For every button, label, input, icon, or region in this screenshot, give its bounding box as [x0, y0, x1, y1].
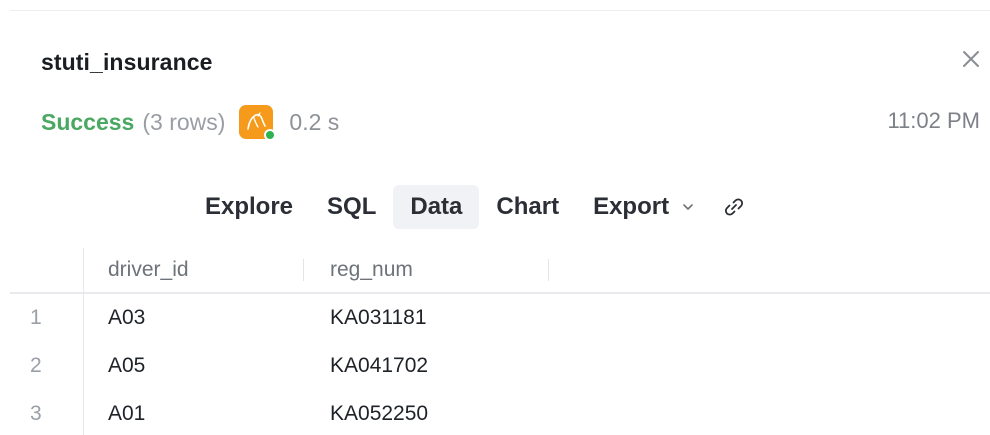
table-header: driver_id reg_num — [10, 248, 990, 294]
tab-bar: Explore SQL Data Chart Export — [188, 185, 748, 229]
row-count: (3 rows) — [142, 108, 226, 135]
cell-reg-num[interactable]: KA041702 — [330, 342, 428, 390]
cell-reg-num[interactable]: KA031181 — [330, 294, 427, 342]
tab-label: Export — [593, 193, 670, 220]
cell-driver-id[interactable]: A05 — [108, 342, 145, 390]
close-icon — [963, 51, 979, 67]
row-number-divider — [83, 342, 84, 390]
row-number: 3 — [30, 402, 42, 425]
cell-reg-num[interactable]: KA052250 — [330, 390, 428, 435]
tab-label: Explore — [205, 193, 294, 220]
status-row: Success (3 rows) 0.2 s — [41, 103, 339, 141]
copy-link-button[interactable] — [720, 193, 748, 221]
mysql-dolphin-icon — [239, 105, 277, 141]
online-status-dot — [264, 129, 277, 141]
tab-label: Chart — [496, 193, 560, 220]
tab-explore[interactable]: Explore — [188, 185, 310, 229]
column-resize-handle[interactable] — [548, 259, 549, 281]
table-row[interactable]: 1 A03 KA031181 — [10, 294, 990, 342]
tab-chart[interactable]: Chart — [479, 185, 576, 229]
row-number: 2 — [30, 354, 42, 377]
tab-sql[interactable]: SQL — [310, 185, 393, 229]
cell-driver-id[interactable]: A01 — [108, 390, 145, 435]
chevron-down-icon — [683, 204, 693, 210]
tab-data[interactable]: Data — [393, 185, 480, 229]
link-icon — [725, 198, 744, 216]
row-number-divider — [83, 294, 84, 342]
tab-label: Data — [410, 193, 463, 220]
results-table: driver_id reg_num 1 A03 KA031181 2 A05 K… — [10, 248, 990, 435]
page-title: stuti_insurance — [41, 49, 213, 75]
cell-driver-id[interactable]: A03 — [108, 294, 145, 342]
table-row[interactable]: 2 A05 KA041702 — [10, 342, 990, 390]
timestamp: 11:02 PM — [887, 108, 980, 133]
tab-export[interactable]: Export — [576, 185, 712, 229]
close-button[interactable] — [958, 46, 984, 72]
column-resize-handle[interactable] — [303, 259, 304, 281]
status-text: Success — [41, 108, 135, 135]
column-header-reg-num[interactable]: reg_num — [330, 248, 413, 292]
column-header-driver-id[interactable]: driver_id — [108, 248, 189, 292]
table-row[interactable]: 3 A01 KA052250 — [10, 390, 990, 435]
top-divider — [10, 10, 990, 11]
row-number-header — [10, 248, 84, 292]
tab-label: SQL — [327, 193, 377, 220]
row-number-divider — [83, 390, 84, 435]
row-number: 1 — [30, 306, 42, 329]
query-duration: 0.2 s — [289, 108, 340, 135]
